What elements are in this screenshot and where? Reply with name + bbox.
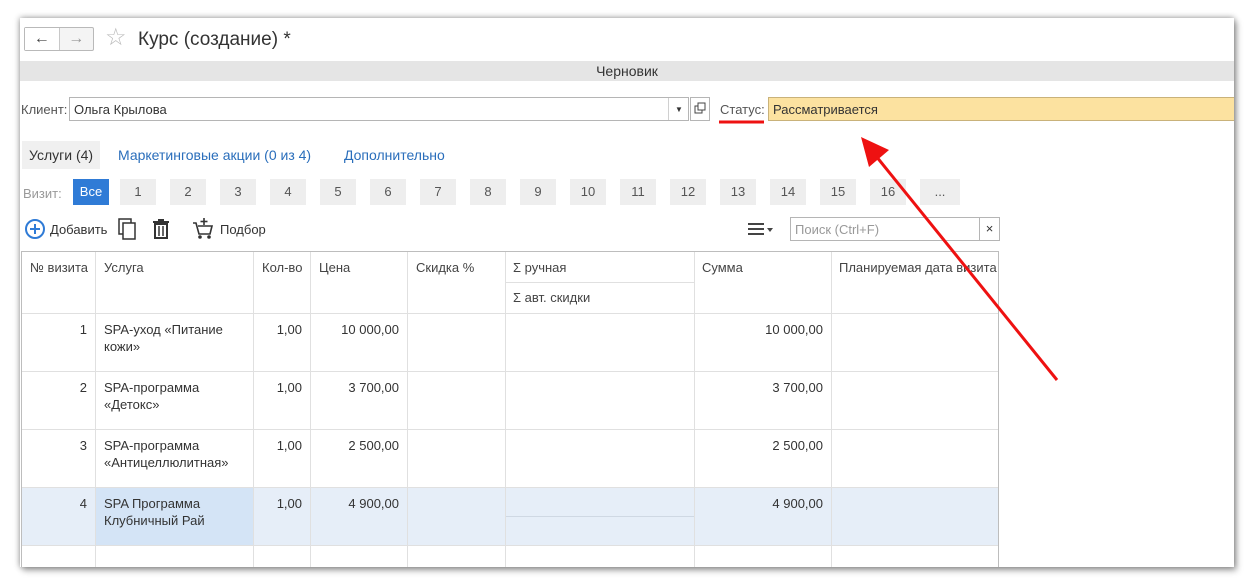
annotation-overlay <box>719 120 1059 381</box>
annotation-arrow-shaft <box>874 155 1059 381</box>
annotation-arrow-head <box>861 137 889 167</box>
